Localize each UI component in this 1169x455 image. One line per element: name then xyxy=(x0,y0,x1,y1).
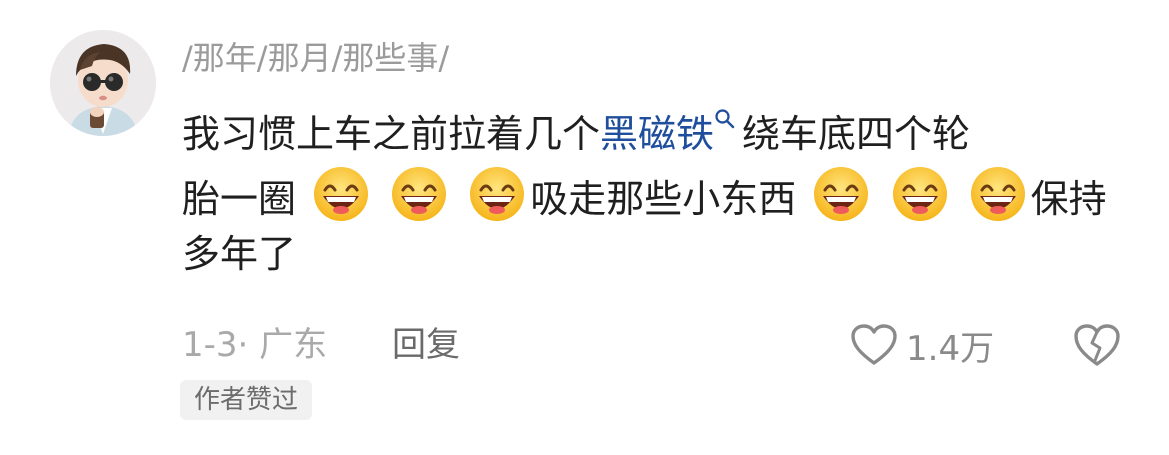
comment-text-segment: 我习惯上车之前拉着几个 xyxy=(182,112,601,156)
like-count: 1.4万 xyxy=(906,328,995,369)
comment-line-3: 多年了 xyxy=(182,224,1142,284)
comment-text-segment: 吸走那些小东西 xyxy=(530,177,797,221)
author-liked-badge: 作者赞过 xyxy=(180,380,313,420)
grinning-face-emoji-icon xyxy=(970,167,1025,221)
grinning-face-emoji-icon xyxy=(392,167,447,221)
search-keyword-link[interactable]: 黑磁铁 xyxy=(600,112,714,156)
date-location: 1-3· 广东 xyxy=(182,325,328,365)
reply-button[interactable]: 回复 xyxy=(392,322,460,368)
comment-text-segment: 绕车底四个轮 xyxy=(742,112,971,156)
comment-text-segment: 保持 xyxy=(1030,177,1107,221)
like-button[interactable]: 1.4万 xyxy=(850,320,994,370)
comment-text: 我习惯上车之前拉着几个黑磁铁 绕车底四个轮 胎一圈 吸走那些小东西 保持 多年了 xyxy=(182,104,1142,284)
grinning-face-emoji-icon xyxy=(470,167,525,221)
comment-line-1: 我习惯上车之前拉着几个黑磁铁 绕车底四个轮 xyxy=(182,104,1142,164)
grinning-face-emoji-icon xyxy=(814,167,869,221)
grinning-face-emoji-icon xyxy=(314,167,369,221)
broken-heart-icon[interactable] xyxy=(1072,321,1122,369)
comment-text-segment: 多年了 xyxy=(182,232,297,276)
comment-line-2: 胎一圈 吸走那些小东西 保持 xyxy=(182,164,1142,224)
grinning-face-emoji-icon xyxy=(892,167,947,221)
search-icon[interactable] xyxy=(714,108,736,130)
username[interactable]: /那年/那月/那些事/ xyxy=(182,36,449,80)
comment-text-segment: 胎一圈 xyxy=(182,177,297,221)
avatar[interactable] xyxy=(50,30,156,136)
heart-icon xyxy=(851,324,897,365)
